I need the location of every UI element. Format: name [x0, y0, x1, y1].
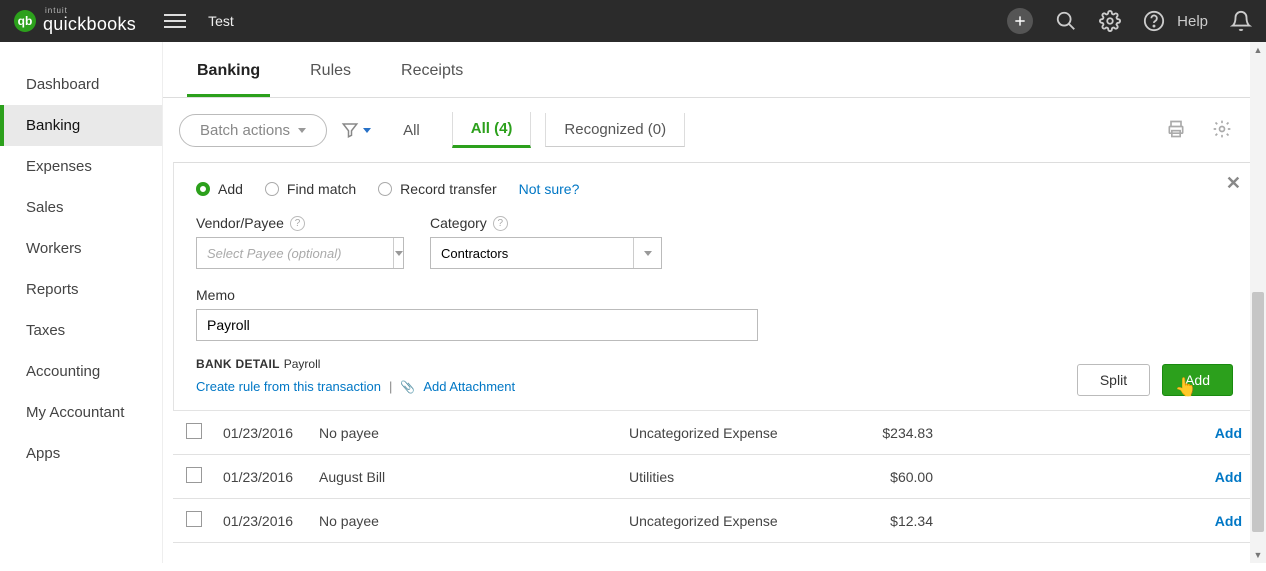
category-label: Category?: [430, 215, 662, 231]
sidebar-item-accounting[interactable]: Accounting: [0, 351, 162, 392]
tab-rules[interactable]: Rules: [300, 56, 361, 97]
help-icon[interactable]: [1143, 10, 1165, 32]
transaction-detail-panel: ✕ Add Find match Record transfer Not sur…: [173, 162, 1256, 411]
gear-icon[interactable]: [1099, 10, 1121, 32]
tab-receipts[interactable]: Receipts: [391, 56, 473, 97]
add-attachment-link[interactable]: Add Attachment: [423, 379, 515, 394]
cell-payee: No payee: [311, 499, 461, 543]
tab-banking[interactable]: Banking: [187, 56, 270, 97]
table-row[interactable]: 01/23/2016 No payee Uncategorized Expens…: [173, 411, 1256, 455]
cell-amount: $60.00: [801, 455, 941, 499]
sidebar-item-expenses[interactable]: Expenses: [0, 146, 162, 187]
cell-date: 01/23/2016: [215, 499, 311, 543]
sub-tabs: Banking Rules Receipts: [163, 42, 1266, 98]
print-icon[interactable]: [1166, 119, 1186, 142]
help-label[interactable]: Help: [1177, 13, 1208, 30]
sidebar-item-reports[interactable]: Reports: [0, 269, 162, 310]
sidebar-item-dashboard[interactable]: Dashboard: [0, 64, 162, 105]
cell-category: Utilities: [621, 455, 801, 499]
logo-icon: qb: [14, 10, 36, 32]
separator: |: [389, 379, 392, 394]
radio-record-transfer[interactable]: Record transfer: [378, 181, 496, 197]
table-row[interactable]: 01/23/2016 No payee Uncategorized Expens…: [173, 499, 1256, 543]
batch-actions-label: Batch actions: [200, 122, 290, 139]
radio-add-label: Add: [218, 181, 243, 197]
cell-date: 01/23/2016: [215, 455, 311, 499]
company-name[interactable]: Test: [208, 13, 234, 29]
settings-gear-icon[interactable]: [1212, 119, 1232, 142]
main-area: Banking Rules Receipts Batch actions All…: [163, 42, 1266, 563]
scroll-down-arrow[interactable]: ▼: [1250, 547, 1266, 563]
hamburger-icon[interactable]: [164, 14, 186, 28]
cell-spacer: [941, 411, 1136, 455]
cell-payee: No payee: [311, 411, 461, 455]
cell-spacer: [941, 499, 1136, 543]
sidebar-item-workers[interactable]: Workers: [0, 228, 162, 269]
sidebar-item-taxes[interactable]: Taxes: [0, 310, 162, 351]
cell-spacer: [941, 455, 1136, 499]
cell-category: Uncategorized Expense: [621, 411, 801, 455]
help-icon[interactable]: ?: [493, 216, 508, 231]
not-sure-link[interactable]: Not sure?: [519, 181, 580, 197]
cell-empty: [461, 411, 621, 455]
memo-label: Memo: [196, 287, 1233, 303]
top-bar: qb intuit quickbooks Test Help: [0, 0, 1266, 42]
cell-category: Uncategorized Expense: [621, 499, 801, 543]
radio-find-match[interactable]: Find match: [265, 181, 356, 197]
row-add-link[interactable]: Add: [1215, 513, 1248, 529]
radio-find-match-label: Find match: [287, 181, 356, 197]
row-add-link[interactable]: Add: [1215, 469, 1248, 485]
paperclip-icon: 📎: [400, 380, 415, 394]
brand: qb intuit quickbooks: [14, 8, 164, 35]
filter-recognized[interactable]: Recognized (0): [545, 113, 685, 147]
filter-all-count[interactable]: All (4): [452, 112, 532, 148]
row-checkbox[interactable]: [186, 511, 202, 527]
cell-empty: [461, 455, 621, 499]
scrollbar[interactable]: ▲ ▼: [1250, 42, 1266, 563]
sidebar-item-banking[interactable]: Banking: [0, 105, 162, 146]
vendor-label: Vendor/Payee?: [196, 215, 404, 231]
transactions-table: 01/23/2016 No payee Uncategorized Expens…: [173, 411, 1256, 543]
filter-all[interactable]: All: [385, 114, 438, 147]
cell-empty: [461, 499, 621, 543]
chevron-down-icon: [298, 128, 306, 133]
help-icon[interactable]: ?: [290, 216, 305, 231]
table-row[interactable]: 01/23/2016 August Bill Utilities $60.00 …: [173, 455, 1256, 499]
vendor-dropdown-toggle[interactable]: [393, 238, 403, 268]
scroll-thumb[interactable]: [1252, 292, 1264, 532]
bank-detail: BANK DETAILPayroll: [196, 357, 320, 371]
add-button[interactable]: Add: [1162, 364, 1233, 396]
sidebar: Dashboard Banking Expenses Sales Workers…: [0, 42, 163, 563]
brand-name: quickbooks: [43, 14, 136, 34]
row-checkbox[interactable]: [186, 423, 202, 439]
plus-icon[interactable]: [1007, 8, 1033, 34]
toolbar: Batch actions All All (4) Recognized (0): [163, 98, 1266, 158]
category-input[interactable]: [431, 238, 633, 268]
search-icon[interactable]: [1055, 10, 1077, 32]
vendor-input[interactable]: [197, 238, 393, 268]
cell-amount: $12.34: [801, 499, 941, 543]
sidebar-item-sales[interactable]: Sales: [0, 187, 162, 228]
batch-actions-button[interactable]: Batch actions: [179, 114, 327, 147]
create-rule-link[interactable]: Create rule from this transaction: [196, 379, 381, 394]
sidebar-item-my-accountant[interactable]: My Accountant: [0, 392, 162, 433]
cell-payee: August Bill: [311, 455, 461, 499]
bell-icon[interactable]: [1230, 10, 1252, 32]
row-add-link[interactable]: Add: [1215, 425, 1248, 441]
split-button[interactable]: Split: [1077, 364, 1150, 396]
radio-record-transfer-label: Record transfer: [400, 181, 496, 197]
row-checkbox[interactable]: [186, 467, 202, 483]
category-dropdown-toggle[interactable]: [633, 238, 661, 268]
cell-amount: $234.83: [801, 411, 941, 455]
sidebar-item-apps[interactable]: Apps: [0, 433, 162, 474]
scroll-up-arrow[interactable]: ▲: [1250, 42, 1266, 58]
close-icon[interactable]: ✕: [1226, 173, 1241, 194]
cell-date: 01/23/2016: [215, 411, 311, 455]
memo-input[interactable]: [196, 309, 758, 341]
filter-icon[interactable]: [341, 121, 371, 139]
radio-add[interactable]: Add: [196, 181, 243, 197]
